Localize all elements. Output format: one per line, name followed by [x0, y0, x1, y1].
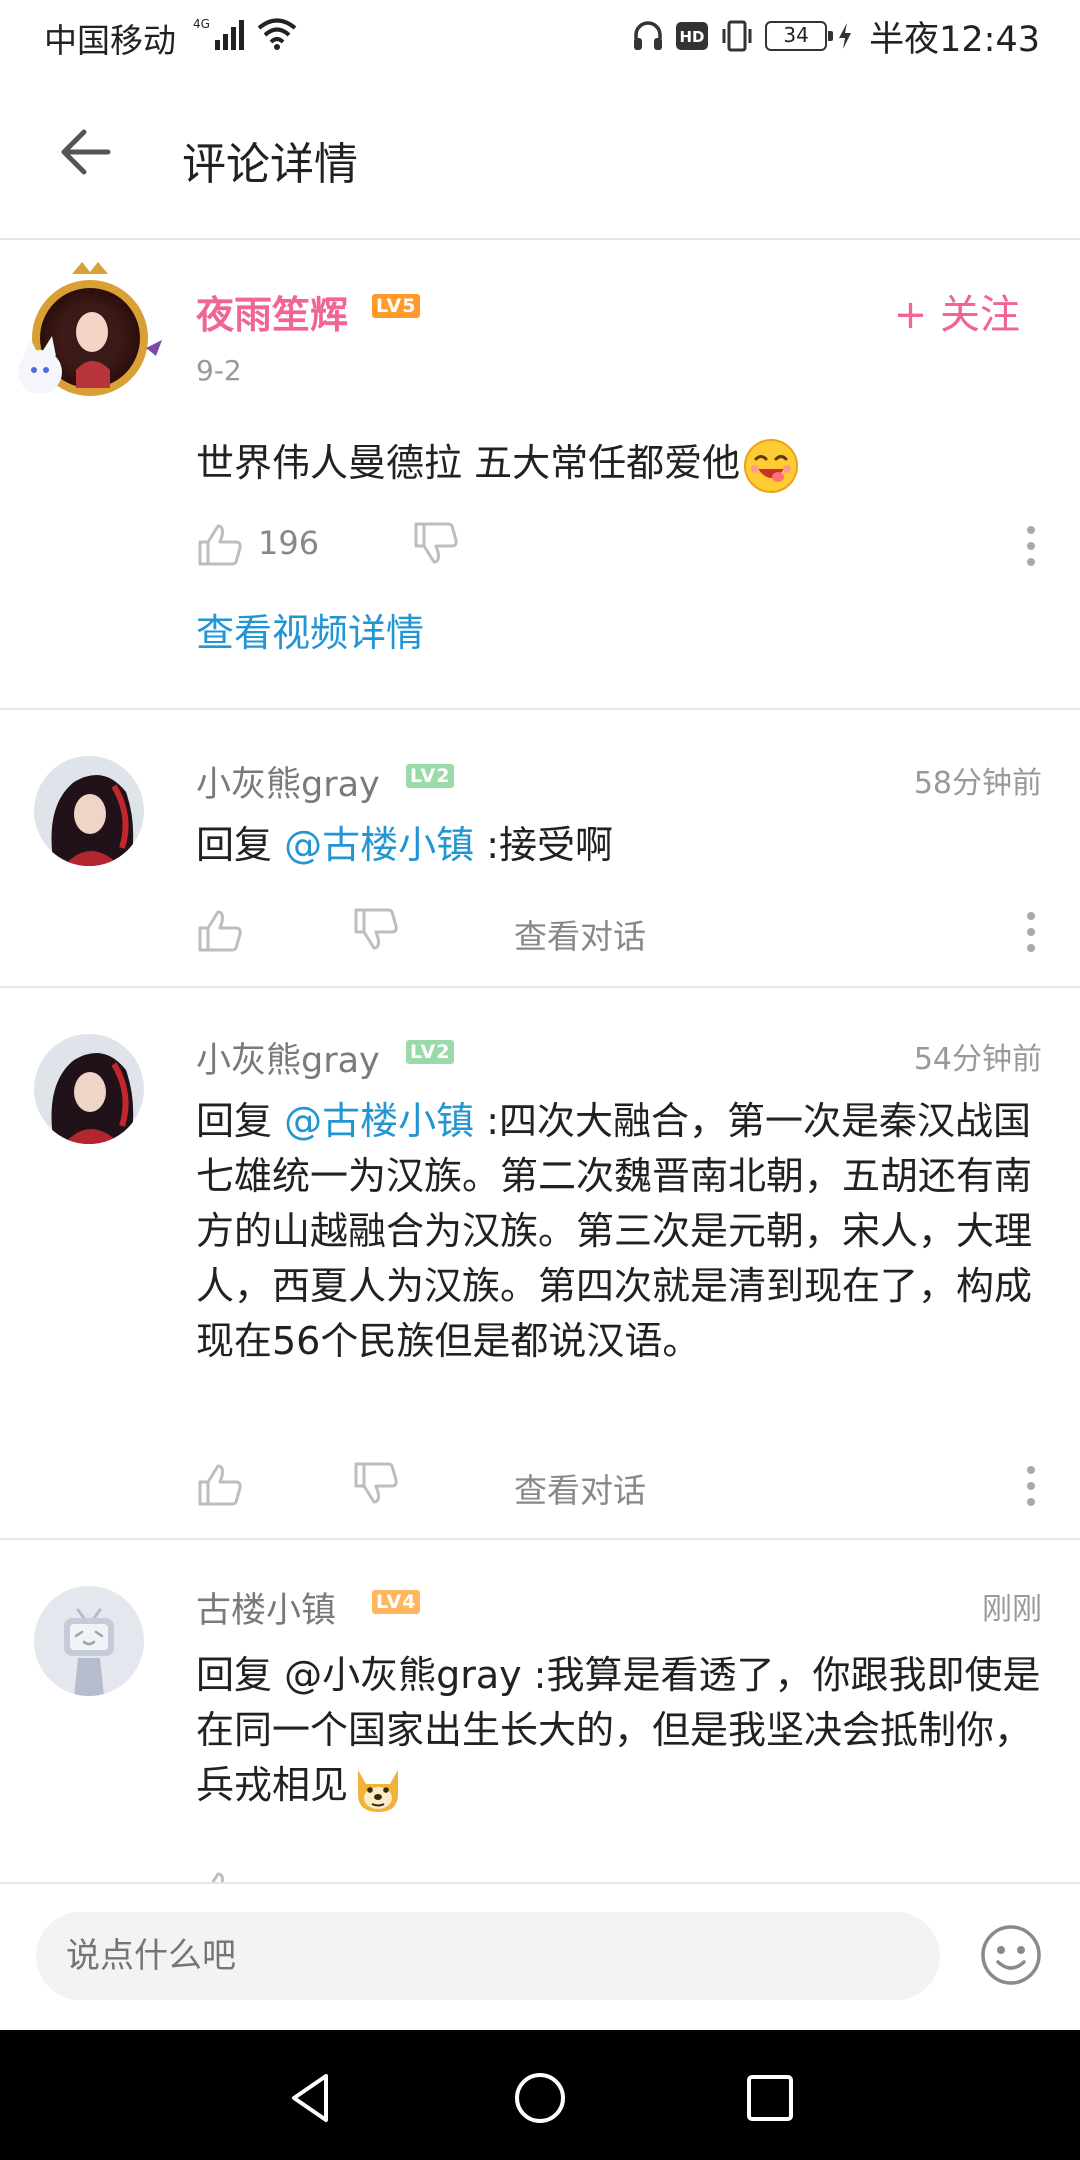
reply-item: 小灰熊gray LV2 58分钟前 回复 @古楼小镇 :接受啊 查看对话 [0, 712, 1080, 988]
comment-text: 世界伟人曼德拉 五大常任都爱他 [196, 432, 800, 495]
level-badge: LV2 [406, 764, 455, 788]
avatar[interactable] [34, 1586, 144, 1696]
nav-home-icon[interactable] [512, 2070, 568, 2126]
avatar[interactable] [34, 756, 144, 866]
charging-icon [839, 23, 852, 49]
reply-item: 古楼小镇 LV4 刚刚 回复 @小灰熊gray :我算是看透了，你跟我即使是在同… [0, 1542, 1080, 1914]
more-options-icon[interactable] [1026, 910, 1036, 954]
more-options-icon[interactable] [1026, 524, 1036, 568]
reply-item: 小灰熊gray LV2 54分钟前 回复 @古楼小镇 :四次大融合，第一次是秦汉… [0, 990, 1080, 1540]
reply-username[interactable]: 古楼小镇 [196, 1582, 336, 1633]
dislike-icon[interactable] [352, 1460, 400, 1508]
page-title: 评论详情 [182, 139, 358, 190]
headphones-icon [634, 21, 663, 50]
screen: 中国移动 4G HD 34 半夜12:43 评论详情 夜雨笙辉 LV5 + 关注… [0, 0, 1080, 2160]
mention-link[interactable]: @古楼小镇 [284, 1099, 474, 1143]
emoji-icon[interactable] [980, 1924, 1042, 1986]
main-comment: 夜雨笙辉 LV5 + 关注 9-2 世界伟人曼德拉 五大常任都爱他 196 查看… [0, 242, 1080, 710]
clock: 半夜12:43 [869, 19, 1040, 60]
signal-icon: 4G [193, 17, 244, 50]
comment-text-content: 世界伟人曼德拉 五大常任都爱他 [196, 441, 741, 485]
reply-text: 回复 @古楼小镇 :四次大融合，第一次是秦汉战国七雄统一为汉族。第二次魏晋南北朝… [196, 1094, 1046, 1369]
doge-emoji-icon [358, 1769, 399, 1812]
network-type-label: 4G [193, 17, 210, 31]
comment-input[interactable] [36, 1912, 940, 2000]
reply-text: 回复 @小灰熊gray :我算是看透了，你跟我即使是在同一个国家出生长大的，但是… [196, 1648, 1046, 1816]
like-icon[interactable] [196, 1460, 244, 1508]
yummy-emoji-icon [744, 438, 799, 493]
reply-username[interactable]: 小灰熊gray [196, 1032, 380, 1083]
reply-prefix: 回复 [196, 823, 285, 867]
reply-username[interactable]: 小灰熊gray [196, 756, 380, 807]
reply-time: 刚刚 [982, 1592, 1042, 1627]
back-arrow-icon[interactable] [40, 114, 128, 190]
follow-button[interactable]: + 关注 [894, 282, 1020, 340]
reply-time: 58分钟前 [913, 766, 1042, 801]
comment-date: 9-2 [196, 354, 242, 387]
status-right: HD 34 半夜12:43 [631, 12, 1040, 60]
title-bar: 评论详情 [0, 72, 1080, 240]
nav-recent-apps-icon[interactable] [742, 2070, 798, 2126]
reply-content: :接受啊 [474, 823, 613, 867]
hd-icon: HD [676, 22, 709, 50]
level-badge: LV4 [372, 1590, 421, 1614]
mention-link[interactable]: @古楼小镇 [284, 823, 474, 867]
vibrate-icon [722, 20, 752, 52]
view-conversation-link[interactable]: 查看对话 [514, 1464, 646, 1512]
nav-back-icon[interactable] [284, 2070, 340, 2126]
level-badge: LV2 [406, 1040, 455, 1064]
dislike-icon[interactable] [352, 906, 400, 954]
svg-text:HD: HD [680, 28, 705, 46]
wifi-icon [257, 18, 297, 50]
like-icon[interactable] [196, 906, 244, 954]
dislike-icon[interactable] [412, 520, 460, 568]
avatar[interactable] [6, 252, 166, 412]
system-nav-bar [0, 2030, 1080, 2160]
level-badge: LV5 [372, 294, 421, 318]
view-video-link[interactable]: 查看视频详情 [196, 602, 424, 657]
more-options-icon[interactable] [1026, 1464, 1036, 1508]
battery-indicator: 34 [765, 21, 834, 51]
like-icon[interactable] [196, 520, 244, 568]
view-conversation-link[interactable]: 查看对话 [514, 910, 646, 958]
reply-time: 54分钟前 [913, 1042, 1042, 1077]
comment-input-bar [0, 1882, 1080, 2030]
reply-content: 回复 @小灰熊gray :我算是看透了，你跟我即使是在同一个国家出生长大的，但是… [196, 1653, 1041, 1807]
reply-text: 回复 @古楼小镇 :接受啊 [196, 818, 1046, 873]
carrier-label: 中国移动 [44, 21, 176, 60]
avatar[interactable] [34, 1034, 144, 1144]
status-bar: 中国移动 4G HD 34 半夜12:43 [0, 0, 1080, 72]
like-count: 196 [258, 524, 320, 562]
reply-prefix: 回复 [196, 1099, 285, 1143]
username[interactable]: 夜雨笙辉 [196, 284, 348, 339]
